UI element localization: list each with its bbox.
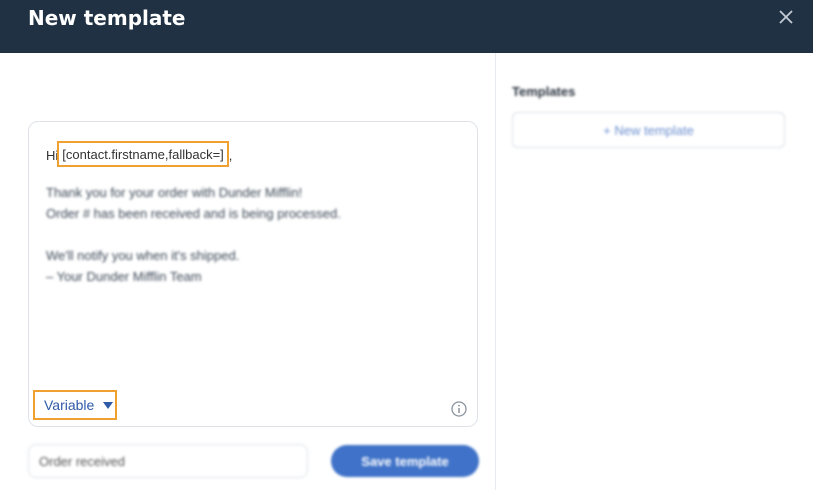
panel-divider bbox=[495, 53, 496, 490]
body-line bbox=[46, 224, 341, 245]
template-name-input[interactable] bbox=[28, 444, 308, 478]
body-line: Thank you for your order with Dunder Mif… bbox=[46, 185, 303, 200]
close-icon[interactable] bbox=[777, 8, 795, 26]
body-line: – Your Dunder Mifflin Team bbox=[46, 269, 202, 284]
caret-down-icon bbox=[103, 401, 114, 409]
body-line: Order # has been received and is being p… bbox=[46, 206, 341, 221]
template-editor[interactable]: Hi [contact.firstname,fallback=], Thank y… bbox=[28, 121, 478, 427]
new-template-button[interactable]: + New template bbox=[512, 112, 785, 148]
message-body: Thank you for your order with Dunder Mif… bbox=[46, 182, 341, 287]
templates-heading: Templates bbox=[512, 84, 576, 99]
variable-dropdown-button[interactable]: Variable bbox=[33, 390, 117, 420]
greeting-line: Hi [contact.firstname,fallback=], bbox=[46, 141, 233, 168]
variable-token[interactable]: [contact.firstname,fallback=] bbox=[57, 141, 229, 167]
variable-button-label: Variable bbox=[44, 397, 95, 413]
modal-header: New template bbox=[0, 0, 813, 53]
body-line: We'll notify you when it's shipped. bbox=[46, 248, 240, 263]
save-template-button[interactable]: Save template bbox=[331, 445, 479, 477]
modal-title: New template bbox=[28, 6, 186, 30]
greeting-suffix: , bbox=[228, 148, 233, 163]
info-icon[interactable] bbox=[451, 401, 467, 417]
